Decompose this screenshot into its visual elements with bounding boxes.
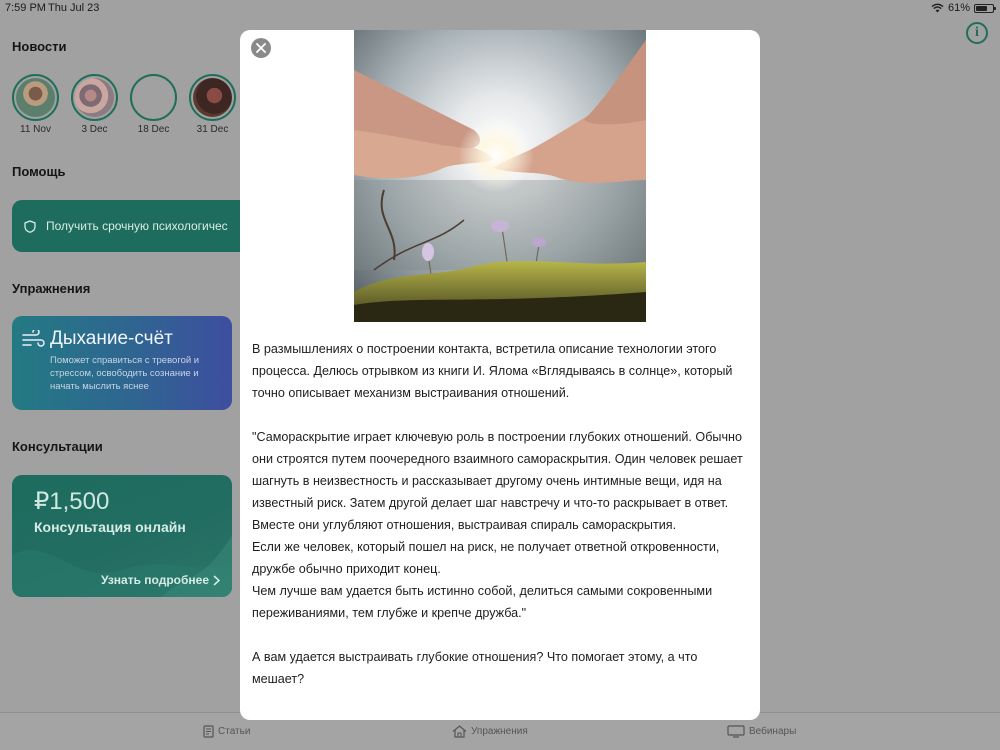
urgent-help-label: Получить срочную психологичес [46,219,228,233]
close-modal-button[interactable] [251,38,271,58]
urgent-help-button[interactable]: Получить срочную психологичес [12,200,252,252]
breathing-exercise-card[interactable]: Дыхание-счёт Поможет справиться с тревог… [12,316,232,410]
battery-icon [974,3,996,13]
story-item[interactable]: 3 Dec [71,74,118,135]
article-paragraph: Чем лучше вам удается быть истинно собой… [252,584,713,620]
shield-icon [24,219,36,233]
info-icon[interactable]: i [966,22,988,44]
article-modal: В размышлениях о построении контакта, вс… [240,30,760,720]
tab-articles-label: Статьи [218,726,251,737]
news-title: Новости [12,39,67,54]
article-body: В размышлениях о построении контакта, вс… [252,338,752,712]
status-time: 7:59 PM [5,2,46,14]
breathing-card-desc: Поможет справиться с тревогой и стрессом… [50,355,200,392]
tab-exercises-label: Упражнения [471,726,528,737]
story-date: 3 Dec [81,124,108,135]
consultations-title: Консультации [12,439,103,454]
hands-sunlight-image [354,30,646,322]
doc-icon [203,725,214,738]
story-avatar [16,78,55,117]
tab-exercises[interactable]: Упражнения [452,725,528,738]
close-icon [256,43,266,53]
stories-row: 11 Nov 3 Dec 18 Dec 31 Dec [12,74,236,135]
story-avatar [193,78,232,117]
learn-more-label: Узнать подробнее [100,573,209,587]
article-paragraph: "Самораскрытие играет ключевую роль в по… [252,430,743,532]
wifi-icon [931,3,944,13]
home-icon [452,725,467,738]
story-date: 18 Dec [137,124,170,135]
article-paragraph: Если же человек, который пошел на риск, … [252,540,720,576]
story-item[interactable]: 31 Dec [189,74,236,135]
status-date: Thu Jul 23 [48,2,100,14]
article-paragraph: В размышлениях о построении контакта, вс… [252,342,733,400]
status-right: 61% [931,2,996,14]
wind-icon [22,330,45,347]
chevron-right-icon [213,574,220,586]
story-item[interactable]: 18 Dec [130,74,177,135]
consultation-name: Консультация онлайн [34,519,186,535]
story-avatar [75,78,114,117]
tab-articles[interactable]: Статьи [203,725,250,738]
article-paragraph: А вам удается выстраивать глубокие отнош… [252,650,698,686]
breathing-card-title: Дыхание-счёт [50,328,173,349]
consultation-price: ₽1,500 [34,488,110,515]
monitor-icon [727,725,745,738]
consultation-card[interactable]: ₽1,500 Консультация онлайн Узнать подроб… [12,475,232,597]
story-avatar [134,78,173,117]
article-hero-image [354,30,646,322]
learn-more-link[interactable]: Узнать подробнее [101,573,220,587]
exercises-title: Упражнения [12,281,91,296]
tab-webinars[interactable]: Вебинары [727,725,796,738]
tab-webinars-label: Вебинары [749,726,797,737]
story-date: 11 Nov [20,124,51,135]
status-bar: 7:59 PM Thu Jul 23 61% [0,0,1000,16]
battery-percent: 61% [947,2,970,14]
story-date: 31 Dec [196,124,229,135]
help-title: Помощь [12,164,66,179]
story-item[interactable]: 11 Nov [12,74,59,135]
